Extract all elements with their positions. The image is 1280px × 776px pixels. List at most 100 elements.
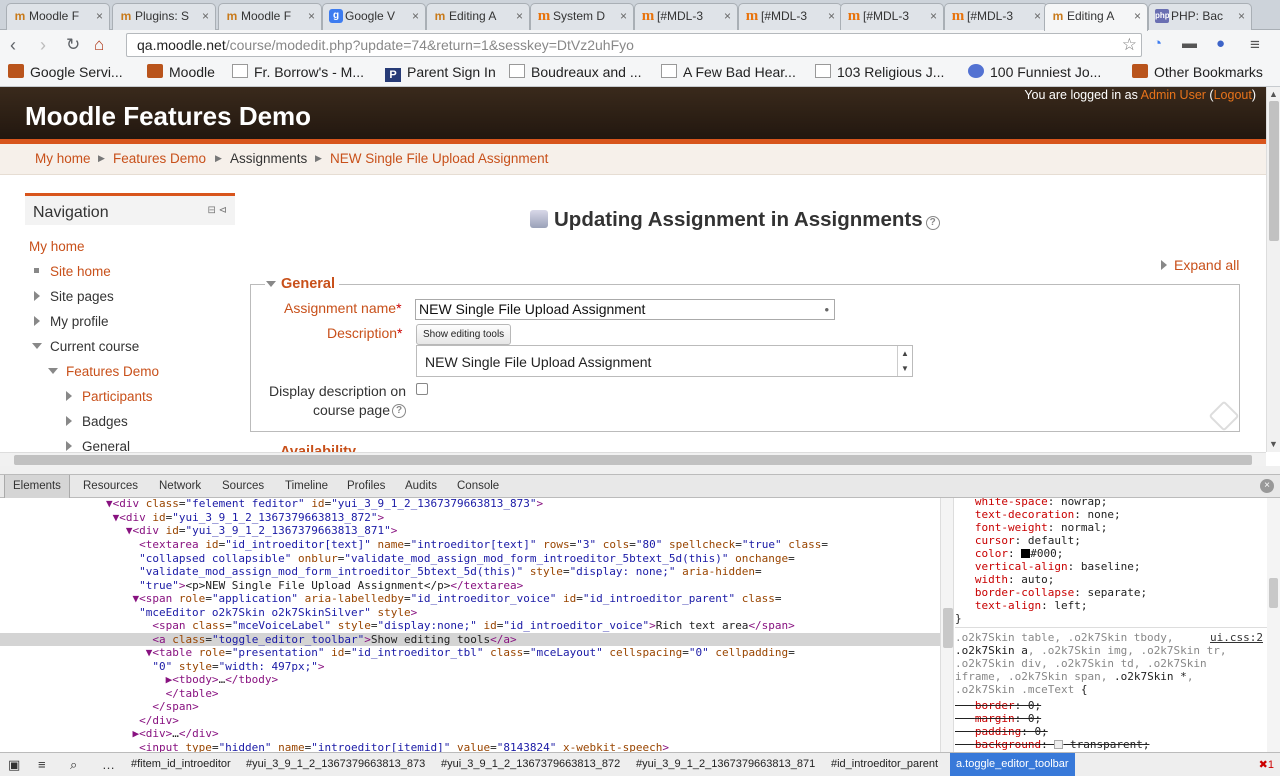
bookmark-item[interactable]: Fr. Borrow's - M...	[232, 64, 364, 80]
nav-item-features-demo[interactable]: Features Demo	[66, 364, 159, 379]
style-rule[interactable]: cursor: default;	[955, 534, 1081, 547]
site-title[interactable]: Moodle Features Demo	[25, 101, 311, 132]
bookmark-item[interactable]: 100 Funniest Jo...	[968, 64, 1101, 80]
nav-item-current-course[interactable]: Current course	[50, 339, 139, 354]
devtools-resizer[interactable]	[0, 466, 1280, 474]
nav-item-badges[interactable]: Badges	[82, 414, 128, 429]
devtools-tab-audits[interactable]: Audits	[397, 475, 445, 498]
style-rule-overridden[interactable]: margin: 0;	[955, 712, 1041, 725]
expand-icon[interactable]	[66, 416, 72, 426]
close-icon[interactable]: ×	[1034, 4, 1041, 28]
close-icon[interactable]: ×	[828, 4, 835, 28]
collapse-icon[interactable]	[48, 368, 58, 374]
devtools-tab-sources[interactable]: Sources	[214, 475, 272, 498]
close-icon[interactable]: ×	[620, 4, 627, 28]
dom-node[interactable]: ▼<span role="application" aria-labelledb…	[0, 592, 940, 606]
extension-icon[interactable]: ◔	[1153, 35, 1162, 52]
devtools-tab-console[interactable]: Console	[449, 475, 507, 498]
block-controls[interactable]: ⊟ ⊲	[207, 205, 227, 216]
dom-node[interactable]: ▼<div id="yui_3_9_1_2_1367379663813_871"…	[0, 524, 940, 538]
style-rule-overridden[interactable]: border: 0;	[955, 699, 1041, 712]
dom-node[interactable]: ▶<tbody>…</tbody>	[0, 673, 940, 687]
style-rule[interactable]: white-space: nowrap;	[955, 498, 1107, 508]
other-bookmarks[interactable]: Other Bookmarks	[1132, 64, 1263, 80]
dom-breadcrumb[interactable]: #yui_3_9_1_2_1367379663813_871	[630, 753, 821, 776]
help-icon[interactable]: ?	[925, 216, 940, 230]
style-rule[interactable]: width: auto;	[955, 573, 1054, 586]
close-icon[interactable]: ×	[202, 4, 209, 28]
close-icon[interactable]: ×	[1134, 4, 1141, 28]
dom-breadcrumb[interactable]: #id_introeditor_parent	[825, 753, 944, 776]
bookmark-star-icon[interactable]: ☆	[1122, 34, 1137, 56]
browser-tab[interactable]: m Editing A ×	[426, 3, 530, 30]
breadcrumb-link[interactable]: My home	[35, 151, 91, 166]
browser-tab[interactable]: g Google V ×	[322, 3, 426, 30]
reload-icon[interactable]: ↻	[66, 34, 80, 56]
devtools-tab-network[interactable]: Network	[151, 475, 209, 498]
close-icon[interactable]: ×	[96, 4, 103, 28]
scroll-down-icon[interactable]: ▼	[1269, 439, 1278, 449]
forward-arrow-icon[interactable]: ›	[40, 34, 46, 56]
color-swatch-icon[interactable]	[1054, 740, 1064, 749]
devtools-tab-profiles[interactable]: Profiles	[339, 475, 393, 498]
dom-node[interactable]: </span>	[0, 700, 940, 714]
browser-tab[interactable]: m [#MDL-3 ×	[944, 3, 1048, 30]
dom-node[interactable]: ▼<div id="yui_3_9_1_2_1367379663813_872"…	[0, 511, 940, 525]
bookmark-item[interactable]: 103 Religious J...	[815, 64, 944, 80]
browser-tab[interactable]: m [#MDL-3 ×	[738, 3, 842, 30]
home-icon[interactable]: ⌂	[94, 34, 104, 56]
dom-node[interactable]: <textarea id="id_introeditor[text]" name…	[0, 538, 940, 552]
dock-icon[interactable]: ▣	[8, 757, 20, 773]
assignment-name-input[interactable]: NEW Single File Upload Assignment •	[415, 299, 835, 320]
expand-icon[interactable]	[66, 441, 72, 451]
dom-node[interactable]: ▼<div class="felement feditor" id="yui_3…	[0, 498, 940, 511]
bookmark-item[interactable]: P Parent Sign In	[385, 64, 496, 82]
dom-node[interactable]: <span class="mceVoiceLabel" style="displ…	[0, 619, 940, 633]
dom-node-selected[interactable]: <a class="toggle_editor_toolbar">Show ed…	[0, 632, 940, 646]
display-description-checkbox[interactable]	[416, 383, 428, 395]
expand-icon[interactable]	[66, 391, 72, 401]
style-rule[interactable]: vertical-align: baseline;	[955, 560, 1141, 573]
browser-tab[interactable]: m [#MDL-3 ×	[634, 3, 738, 30]
bookmark-item[interactable]: Moodle	[147, 64, 215, 80]
logout-link[interactable]: Logout	[1214, 88, 1252, 102]
dom-breadcrumb[interactable]: #yui_3_9_1_2_1367379663813_872	[435, 753, 626, 776]
address-bar[interactable]: qa.moodle.net/course/modedit.php?update=…	[126, 33, 1142, 57]
incognito-icon[interactable]: ▬	[1182, 35, 1197, 52]
microphone-icon[interactable]: ●	[1216, 35, 1225, 52]
style-rule[interactable]: text-align: left;	[955, 599, 1088, 612]
color-swatch-icon[interactable]	[1021, 549, 1031, 558]
nav-item-general[interactable]: General	[82, 439, 130, 452]
style-rule[interactable]: font-weight: normal;	[955, 521, 1107, 534]
nav-item-my-home[interactable]: My home	[29, 239, 85, 254]
close-icon[interactable]: ×	[1260, 479, 1274, 493]
user-link[interactable]: Admin User	[1141, 88, 1206, 102]
scroll-up-icon[interactable]: ▲	[1269, 89, 1278, 99]
close-icon[interactable]: ×	[308, 4, 315, 28]
error-count-badge[interactable]: ✖1	[1259, 758, 1274, 771]
dom-node[interactable]: </table>	[0, 687, 940, 701]
menu-icon[interactable]: ≡	[1250, 35, 1260, 55]
section-availability[interactable]: Availability	[280, 444, 356, 452]
dom-node[interactable]: <input type="hidden" name="introeditor[i…	[0, 741, 940, 753]
style-rule-overridden[interactable]: background: transparent;	[955, 738, 1150, 751]
browser-tab-active[interactable]: m Editing A ×	[1044, 3, 1148, 31]
bookmark-item[interactable]: Boudreaux and ...	[509, 64, 642, 80]
console-drawer-icon[interactable]: ≡	[38, 757, 46, 772]
nav-item-site-home[interactable]: Site home	[50, 264, 111, 279]
close-icon[interactable]: ×	[1238, 4, 1245, 28]
style-rule[interactable]: border-collapse: separate;	[955, 586, 1147, 599]
style-rule[interactable]: color: #000;	[955, 547, 1064, 560]
elements-scrollbar[interactable]	[940, 498, 954, 752]
collapse-icon[interactable]	[32, 343, 42, 349]
breadcrumb-link[interactable]: NEW Single File Upload Assignment	[330, 151, 548, 166]
show-editing-tools-button[interactable]: Show editing tools	[416, 324, 512, 345]
dom-breadcrumb-selected[interactable]: a.toggle_editor_toolbar	[950, 753, 1075, 776]
nav-item-participants[interactable]: Participants	[82, 389, 153, 404]
expand-all-icon[interactable]	[1161, 260, 1167, 270]
nav-item-my-profile[interactable]: My profile	[50, 314, 109, 329]
bookmark-item[interactable]: A Few Bad Hear...	[661, 64, 796, 80]
browser-tab[interactable]: m System D ×	[530, 3, 634, 30]
close-icon[interactable]: ×	[930, 4, 937, 28]
dom-breadcrumb[interactable]: #yui_3_9_1_2_1367379663813_873	[240, 753, 431, 776]
